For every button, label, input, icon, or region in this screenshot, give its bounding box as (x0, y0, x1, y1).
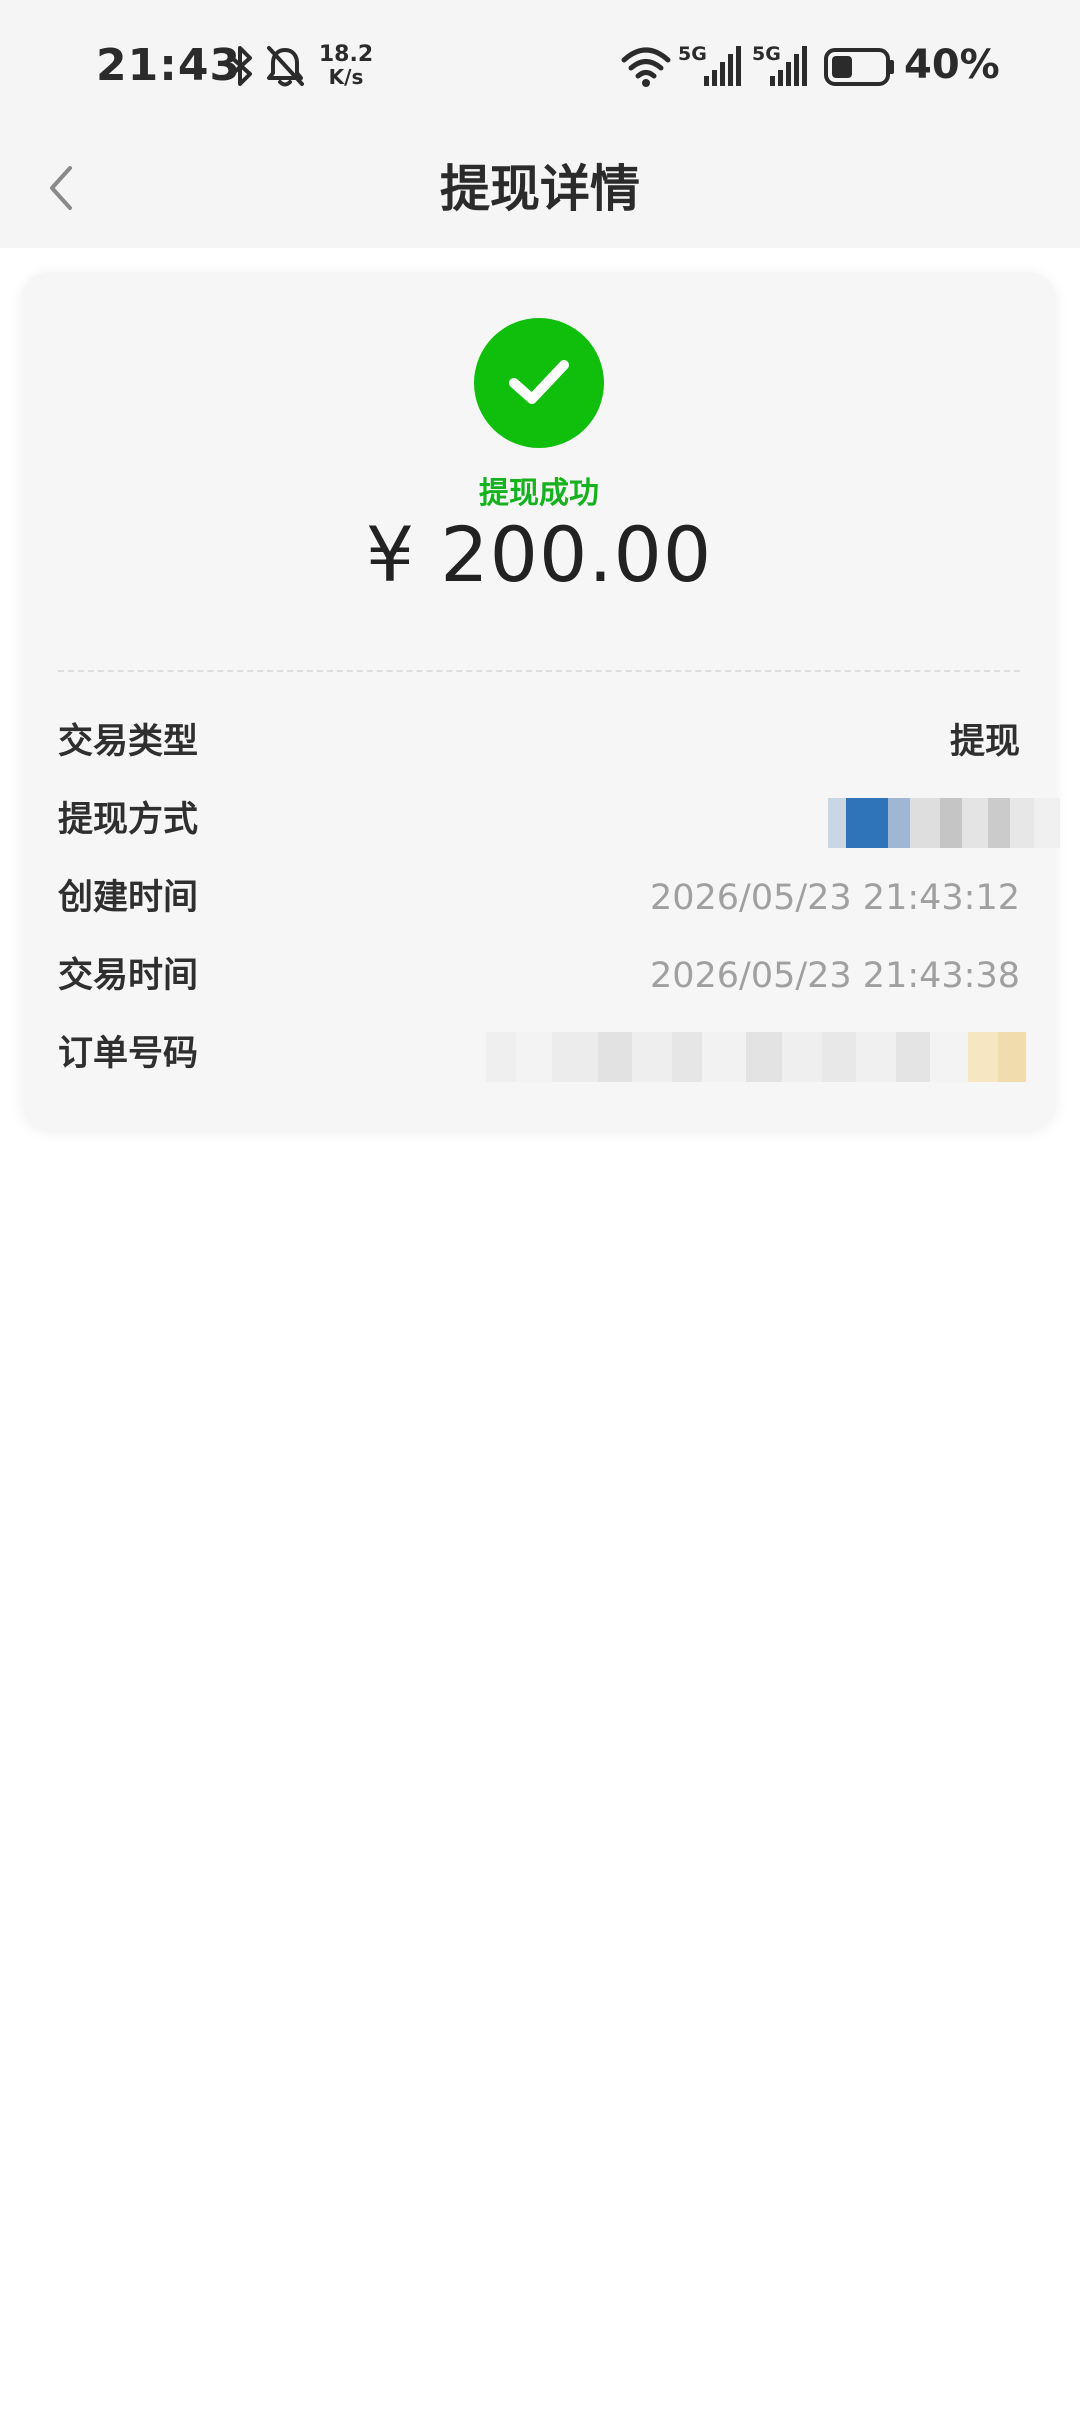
detail-value: 提现 (949, 722, 1020, 762)
detail-value: 2026/05/23 21:43:38 (649, 956, 1020, 996)
chevron-left-icon (50, 166, 72, 210)
page-title: 提现详情 (440, 160, 640, 218)
detail-label: 订单号码 (58, 1034, 199, 1074)
withdrawal-amount: ¥ 200.00 (365, 510, 713, 599)
signal-5g-icon: 5G (752, 43, 807, 86)
withdrawal-detail-card: 提现成功 ¥ 200.00 交易类型 提现 提现方式 创建时间 2026/05/… (22, 272, 1060, 1130)
detail-label: 创建时间 (58, 878, 199, 918)
status-bar: 21:43 18.2 K/s 5G 5G 40% (0, 0, 1080, 130)
bluetooth-icon (228, 46, 252, 86)
svg-text:5G: 5G (752, 43, 781, 65)
redacted-value (486, 1032, 1026, 1082)
detail-row-transaction-type: 交易类型 提现 (58, 712, 1020, 772)
detail-row-transaction-time: 交易时间 2026/05/23 21:43:38 (58, 946, 1020, 1006)
success-badge (474, 318, 604, 448)
detail-row-order-number: 订单号码 (58, 1024, 1026, 1084)
detail-label: 交易类型 (58, 722, 199, 762)
net-speed-unit: K/s (328, 65, 364, 89)
check-icon (509, 360, 569, 404)
back-button[interactable] (24, 152, 96, 224)
detail-label: 交易时间 (58, 956, 199, 996)
divider (58, 670, 1020, 672)
net-speed: 18.2 K/s (316, 42, 376, 89)
battery-percent: 40% (904, 42, 1000, 88)
signal-5g-icon: 5G (678, 43, 741, 86)
detail-row-created-time: 创建时间 2026/05/23 21:43:12 (58, 868, 1020, 928)
redacted-value (828, 798, 1060, 848)
wifi-icon (621, 47, 671, 87)
status-time: 21:43 (96, 40, 242, 91)
detail-row-withdrawal-method: 提现方式 (58, 790, 1060, 850)
nav-bar: 提现详情 (0, 130, 1080, 248)
svg-text:5G: 5G (678, 43, 707, 65)
detail-label: 提现方式 (58, 800, 199, 840)
net-speed-value: 18.2 (318, 42, 374, 67)
bell-off-icon (267, 46, 304, 87)
battery-icon (824, 48, 894, 86)
withdrawal-status: 提现成功 (479, 476, 599, 511)
detail-value: 2026/05/23 21:43:12 (649, 878, 1020, 918)
